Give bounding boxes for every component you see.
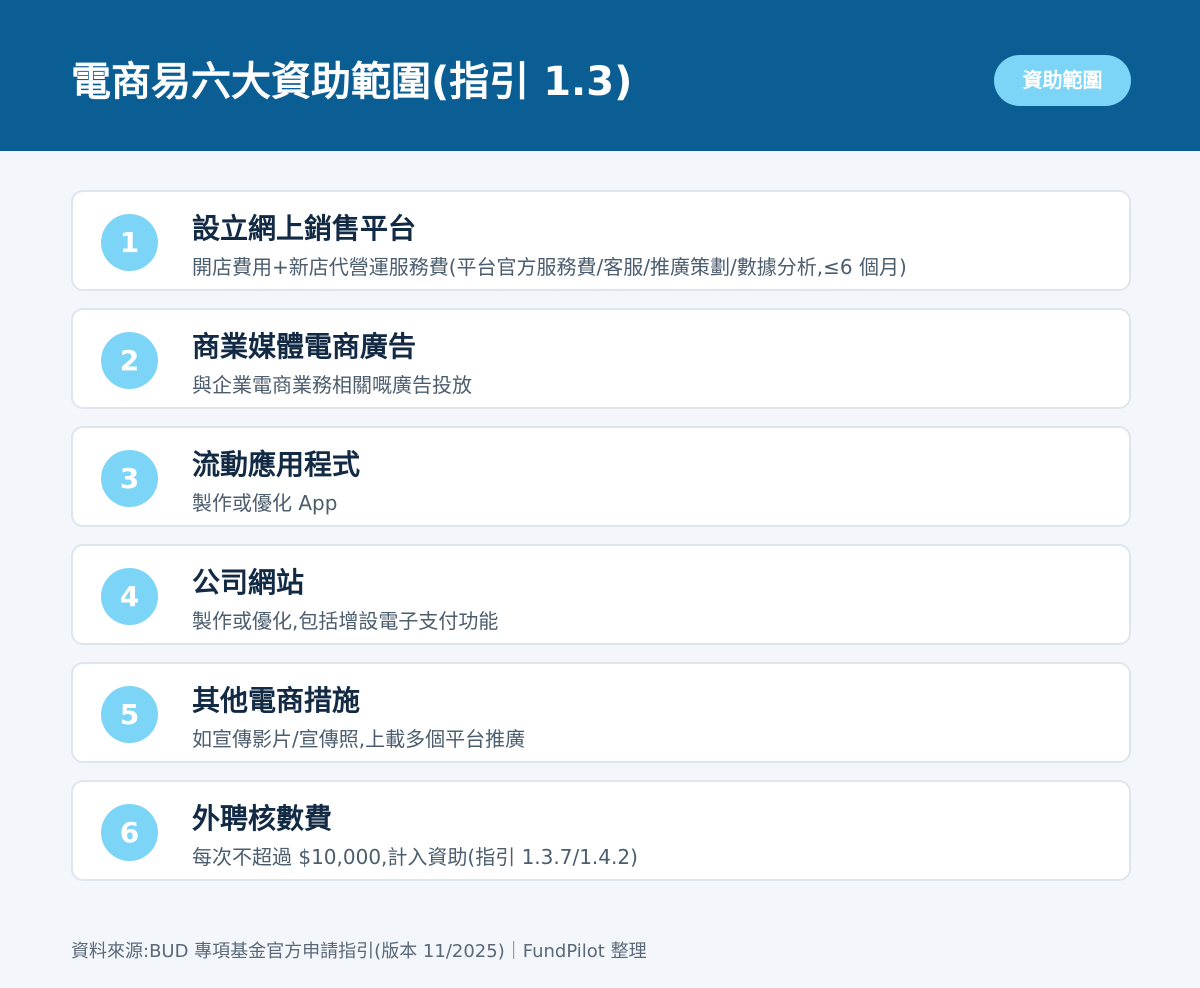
- source-note: 資料來源:BUD 專項基金官方申請指引(版本 11/2025)｜FundPilo…: [71, 941, 647, 962]
- item-number-badge: 4: [101, 568, 158, 625]
- item-number-badge: 6: [101, 804, 158, 861]
- funding-scope-list: 1 設立網上銷售平台 開店費用+新店代營運服務費(平台官方服務費/客服/推廣策劃…: [71, 190, 1131, 898]
- item-title: 設立網上銷售平台: [192, 212, 417, 245]
- item-title: 流動應用程式: [192, 448, 361, 481]
- category-badge: 資助範圍: [994, 55, 1131, 106]
- scope-card-3: 3 流動應用程式 製作或優化 App: [71, 426, 1131, 527]
- item-number-badge: 1: [101, 214, 158, 271]
- item-title: 其他電商措施: [192, 684, 361, 717]
- item-description: 如宣傳影片/宣傳照,上載多個平台推廣: [192, 727, 526, 751]
- scope-card-1: 1 設立網上銷售平台 開店費用+新店代營運服務費(平台官方服務費/客服/推廣策劃…: [71, 190, 1131, 291]
- item-description: 每次不超過 $10,000,計入資助(指引 1.3.7/1.4.2): [192, 845, 638, 869]
- item-number-badge: 3: [101, 450, 158, 507]
- item-description: 開店費用+新店代營運服務費(平台官方服務費/客服/推廣策劃/數據分析,≤6 個月…: [192, 255, 907, 279]
- page-title: 電商易六大資助範圍(指引 1.3): [71, 59, 633, 105]
- item-number-badge: 2: [101, 332, 158, 389]
- item-title: 商業媒體電商廣告: [192, 330, 417, 363]
- item-title: 公司網站: [192, 566, 305, 599]
- scope-card-4: 4 公司網站 製作或優化,包括增設電子支付功能: [71, 544, 1131, 645]
- item-title: 外聘核數費: [192, 802, 333, 835]
- scope-card-5: 5 其他電商措施 如宣傳影片/宣傳照,上載多個平台推廣: [71, 662, 1131, 763]
- item-description: 製作或優化,包括增設電子支付功能: [192, 609, 499, 633]
- header-banner: 電商易六大資助範圍(指引 1.3) 資助範圍: [0, 0, 1200, 151]
- item-number-badge: 5: [101, 686, 158, 743]
- item-description: 製作或優化 App: [192, 491, 338, 515]
- scope-card-6: 6 外聘核數費 每次不超過 $10,000,計入資助(指引 1.3.7/1.4.…: [71, 780, 1131, 881]
- scope-card-2: 2 商業媒體電商廣告 與企業電商業務相關嘅廣告投放: [71, 308, 1131, 409]
- item-description: 與企業電商業務相關嘅廣告投放: [192, 373, 472, 397]
